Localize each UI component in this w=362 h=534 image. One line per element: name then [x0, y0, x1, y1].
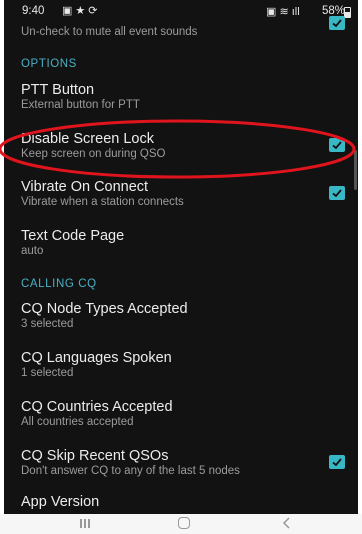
pref-title: Vibrate On Connect: [21, 179, 149, 195]
alarm-icon: ▣: [266, 6, 277, 18]
section-header-options: OPTIONS: [21, 58, 77, 70]
battery-icon: [344, 7, 351, 18]
recents-button[interactable]: [80, 519, 92, 529]
pref-summary: Keep screen on during QSO: [21, 148, 166, 160]
pref-title: Text Code Page: [21, 228, 125, 244]
pref-title: Disable Screen Lock: [21, 131, 154, 147]
status-time: 9:40: [22, 5, 45, 17]
pref-summary: auto: [21, 245, 44, 257]
pref-summary: Don't answer CQ to any of the last 5 nod…: [21, 465, 240, 477]
pref-summary: Un-check to mute all event sounds: [21, 26, 198, 38]
section-header-calling-cq: CALLING CQ: [21, 278, 97, 290]
pref-item-cq-skip-recent[interactable]: CQ Skip Recent QSOs Don't answer CQ to a…: [4, 443, 358, 483]
pref-summary: External button for PTT: [21, 99, 140, 111]
pref-title: PTT Button: [21, 82, 95, 98]
check-icon: [332, 141, 342, 150]
notification-icons: ▣★⟳: [62, 4, 101, 17]
pref-item-cq-node-types[interactable]: CQ Node Types Accepted 3 selected: [4, 296, 358, 336]
check-icon: [332, 458, 342, 467]
pref-summary: Vibrate when a station connects: [21, 196, 184, 208]
gallery-icon: ▣: [62, 5, 76, 17]
pref-title: App Version: [21, 494, 100, 510]
pref-item-text-code-page[interactable]: Text Code Page auto: [4, 224, 358, 264]
pref-title: CQ Node Types Accepted: [21, 301, 188, 317]
star-icon: ★: [75, 5, 89, 17]
pref-item-sounds[interactable]: Un-check to mute all event sounds: [4, 16, 358, 48]
pref-item-ptt-button[interactable]: PTT Button External button for PTT: [4, 78, 358, 118]
pref-item-disable-screen-lock[interactable]: Disable Screen Lock Keep screen on durin…: [4, 126, 358, 170]
checkbox-sounds[interactable]: [329, 16, 345, 30]
checkbox-vibrate-on-connect[interactable]: [329, 186, 345, 200]
pref-summary: All countries accepted: [21, 416, 134, 428]
pref-item-cq-countries[interactable]: CQ Countries Accepted All countries acce…: [4, 394, 358, 434]
pref-title: CQ Countries Accepted: [21, 399, 173, 415]
settings-screen: 9:40 ▣★⟳ ▣ ≋ ıll 58% Un-check to mute al…: [4, 0, 358, 534]
checkbox-cq-skip-recent[interactable]: [329, 455, 345, 469]
check-icon: [332, 189, 342, 198]
home-button[interactable]: [178, 517, 190, 529]
pref-item-app-version[interactable]: App Version: [4, 490, 358, 514]
pref-item-cq-languages[interactable]: CQ Languages Spoken 1 selected: [4, 345, 358, 385]
scrollbar[interactable]: [354, 150, 357, 190]
sync-icon: ⟳: [88, 5, 101, 17]
pref-title: CQ Languages Spoken: [21, 350, 172, 366]
wifi-icon: ≋: [279, 6, 289, 18]
checkbox-disable-screen-lock[interactable]: [329, 138, 345, 152]
system-icons: ▣ ≋ ıll: [266, 5, 300, 18]
pref-item-vibrate-on-connect[interactable]: Vibrate On Connect Vibrate when a statio…: [4, 174, 358, 214]
pref-summary: 1 selected: [21, 367, 74, 379]
navigation-bar: [0, 514, 362, 534]
pref-summary: 3 selected: [21, 318, 74, 330]
back-button[interactable]: [282, 517, 292, 529]
check-icon: [332, 19, 342, 28]
signal-icon: ıll: [291, 6, 300, 18]
pref-title: CQ Skip Recent QSOs: [21, 448, 169, 464]
